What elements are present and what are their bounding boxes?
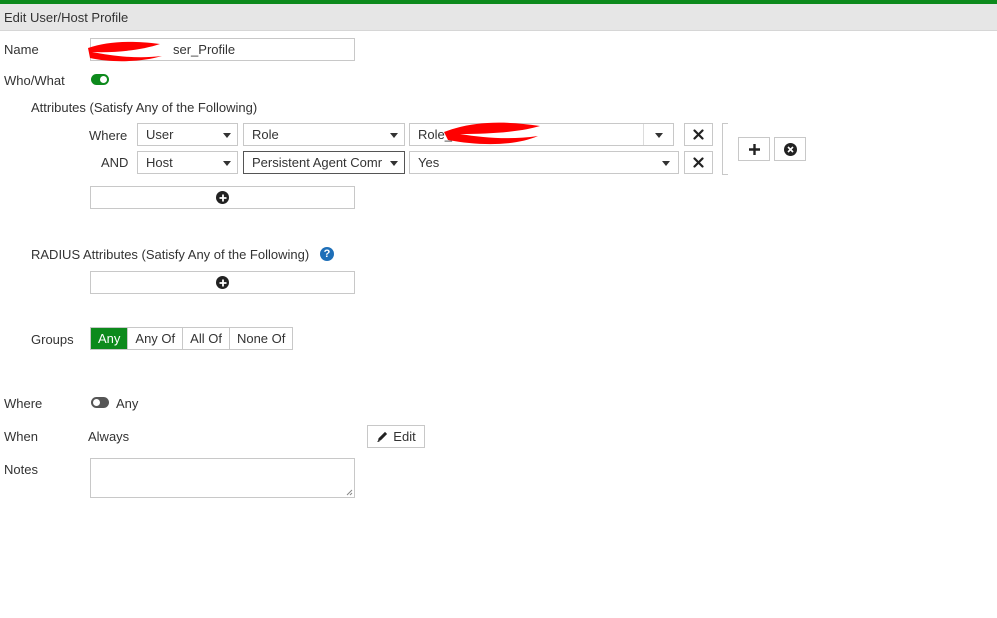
- groups-segmented-control: Any Any Of All Of None Of: [90, 327, 294, 350]
- notes-label: Notes: [4, 462, 38, 477]
- when-label: When: [4, 429, 38, 444]
- close-icon: [693, 129, 704, 140]
- where-label: Where: [4, 396, 43, 411]
- row2-attribute-value: Persistent Agent Comr: [252, 155, 383, 170]
- attributes-heading: Attributes (Satisfy Any of the Following…: [31, 100, 258, 115]
- chevron-down-icon: [662, 161, 670, 166]
- row2-attribute-select[interactable]: Persistent Agent Comr: [243, 151, 405, 174]
- groups-option-all-of[interactable]: All Of: [182, 328, 229, 349]
- row2-value-select[interactable]: Yes: [409, 151, 679, 174]
- name-label: Name: [4, 42, 39, 57]
- remove-group-button[interactable]: [774, 137, 806, 161]
- edit-schedule-button[interactable]: Edit: [367, 425, 425, 448]
- row1-type-value: User: [146, 127, 174, 142]
- chevron-down-icon: [223, 161, 231, 166]
- row1-type-select[interactable]: User: [137, 123, 238, 146]
- groups-option-any-of[interactable]: Any Of: [127, 328, 182, 349]
- edit-label: Edit: [393, 429, 416, 444]
- resize-handle-icon[interactable]: [345, 488, 353, 496]
- where-value: Any: [116, 396, 139, 411]
- close-icon: [693, 157, 704, 168]
- radius-heading: RADIUS Attributes (Satisfy Any of the Fo…: [31, 247, 310, 262]
- dialog-title: Edit User/Host Profile: [4, 10, 129, 25]
- combobox-toggle[interactable]: [643, 124, 673, 145]
- chevron-down-icon: [390, 133, 398, 138]
- row2-connector: AND: [101, 155, 129, 170]
- row2-type-value: Host: [146, 155, 173, 170]
- times-circle-icon: [783, 142, 797, 156]
- chevron-down-icon: [223, 133, 231, 138]
- groups-label: Groups: [31, 332, 74, 347]
- pencil-icon: [377, 431, 388, 442]
- chevron-down-icon: [390, 161, 398, 166]
- add-attribute-button[interactable]: [90, 186, 355, 209]
- groups-option-any[interactable]: Any: [91, 328, 128, 349]
- group-bracket: [722, 123, 728, 175]
- when-value: Always: [88, 429, 130, 444]
- row1-attribute-value: Role: [252, 127, 279, 142]
- row1-connector: Where: [89, 128, 128, 143]
- plus-circle-icon: [216, 276, 229, 289]
- add-condition-button[interactable]: [738, 137, 770, 161]
- row2-value-text: Yes: [418, 155, 440, 170]
- row1-attribute-select[interactable]: Role: [243, 123, 405, 146]
- question-circle-icon[interactable]: ?: [320, 247, 334, 261]
- toggle-knob: [93, 399, 100, 406]
- dialog-header: Edit User/Host Profile: [0, 4, 997, 31]
- row2-remove-button[interactable]: [684, 151, 713, 174]
- plus-circle-icon: [216, 191, 229, 204]
- groups-option-none-of[interactable]: None Of: [228, 328, 292, 349]
- notes-textarea[interactable]: [90, 458, 355, 498]
- who-what-label: Who/What: [4, 73, 65, 88]
- toggle-knob: [100, 76, 107, 83]
- row1-remove-button[interactable]: [684, 123, 713, 146]
- add-radius-attribute-button[interactable]: [90, 271, 355, 294]
- plus-icon: [748, 143, 760, 155]
- who-what-toggle[interactable]: [91, 74, 109, 85]
- where-toggle[interactable]: [91, 397, 109, 408]
- redaction-mark: [88, 41, 162, 62]
- chevron-down-icon: [655, 133, 663, 138]
- row2-type-select[interactable]: Host: [137, 151, 238, 174]
- name-value: ser_Profile: [173, 42, 236, 57]
- redaction-mark: [444, 122, 540, 145]
